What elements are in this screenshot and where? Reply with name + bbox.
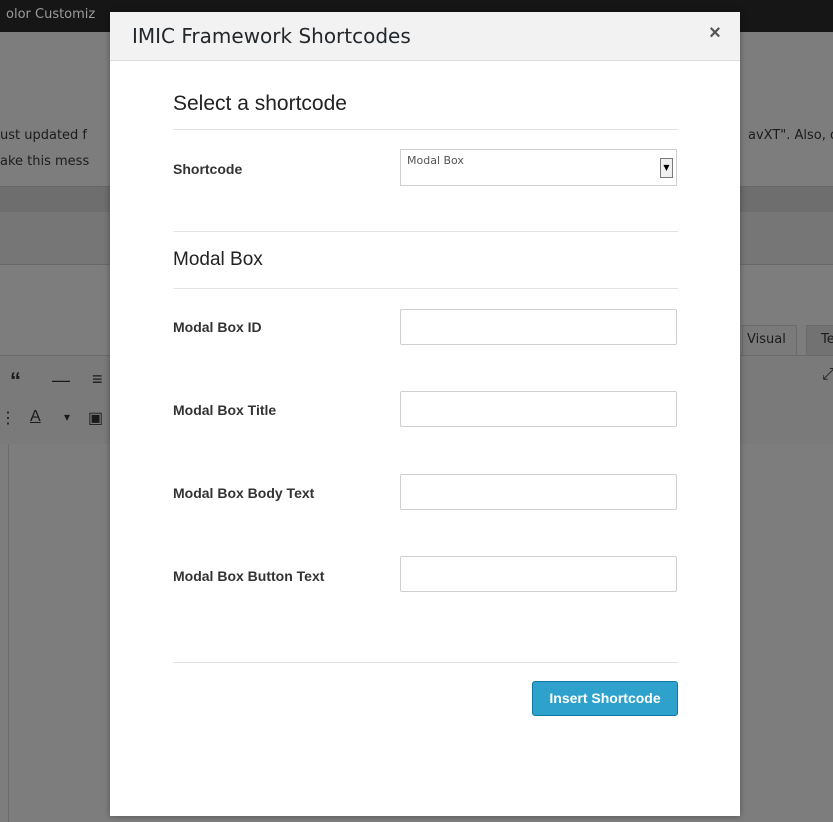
modal-box-button-text-label: Modal Box Button Text bbox=[173, 568, 325, 584]
modal-box-title-label: Modal Box Title bbox=[173, 402, 277, 418]
divider bbox=[173, 662, 678, 663]
notice-text-right: avXT". Also, d bbox=[748, 128, 833, 143]
insert-shortcode-button[interactable]: Insert Shortcode bbox=[532, 681, 678, 716]
paste-icon: ▣ bbox=[88, 410, 104, 427]
close-icon[interactable]: × bbox=[704, 22, 726, 48]
horizontal-rule-icon: — bbox=[52, 370, 70, 390]
shortcode-label: Shortcode bbox=[173, 161, 243, 177]
editor-tab-text: Te bbox=[806, 325, 833, 355]
text-color-icon: A bbox=[30, 408, 41, 425]
modal-box-button-text-input[interactable] bbox=[400, 556, 677, 592]
shortcode-select-value: Modal Box bbox=[407, 154, 464, 167]
editor-border bbox=[8, 444, 9, 822]
editor-tab-visual: Visual bbox=[742, 325, 797, 355]
modal-box-id-input[interactable] bbox=[400, 309, 677, 345]
shortcode-modal: IMIC Framework Shortcodes × Select a sho… bbox=[110, 12, 740, 816]
modal-box-id-label: Modal Box ID bbox=[173, 319, 262, 335]
select-shortcode-heading: Select a shortcode bbox=[173, 92, 347, 115]
modal-box-body-text-label: Modal Box Body Text bbox=[173, 485, 315, 501]
divider bbox=[173, 231, 678, 232]
align-icon: ≡ bbox=[92, 369, 103, 389]
modal-header: IMIC Framework Shortcodes × bbox=[110, 12, 740, 61]
toolbar-divider-icon: ⋮ bbox=[0, 410, 16, 427]
admin-bar-customize-link: olor Customiz bbox=[6, 7, 96, 22]
notice-text-line-1: ust updated f bbox=[0, 128, 88, 143]
blockquote-icon: “ bbox=[10, 368, 21, 393]
modal-box-section-heading: Modal Box bbox=[173, 249, 263, 270]
modal-box-body-text-input[interactable] bbox=[400, 474, 677, 510]
divider bbox=[173, 129, 678, 130]
chevron-down-icon[interactable]: ▼ bbox=[660, 158, 673, 178]
modal-box-title-input[interactable] bbox=[400, 391, 677, 427]
modal-title: IMIC Framework Shortcodes bbox=[132, 24, 411, 48]
notice-text-line-2: ake this mess bbox=[0, 154, 90, 169]
fullscreen-icon: ⤢ bbox=[822, 366, 833, 383]
shortcode-select[interactable]: Modal Box ▼ bbox=[400, 149, 677, 186]
divider bbox=[173, 288, 678, 289]
chevron-down-icon: ▾ bbox=[64, 410, 71, 424]
